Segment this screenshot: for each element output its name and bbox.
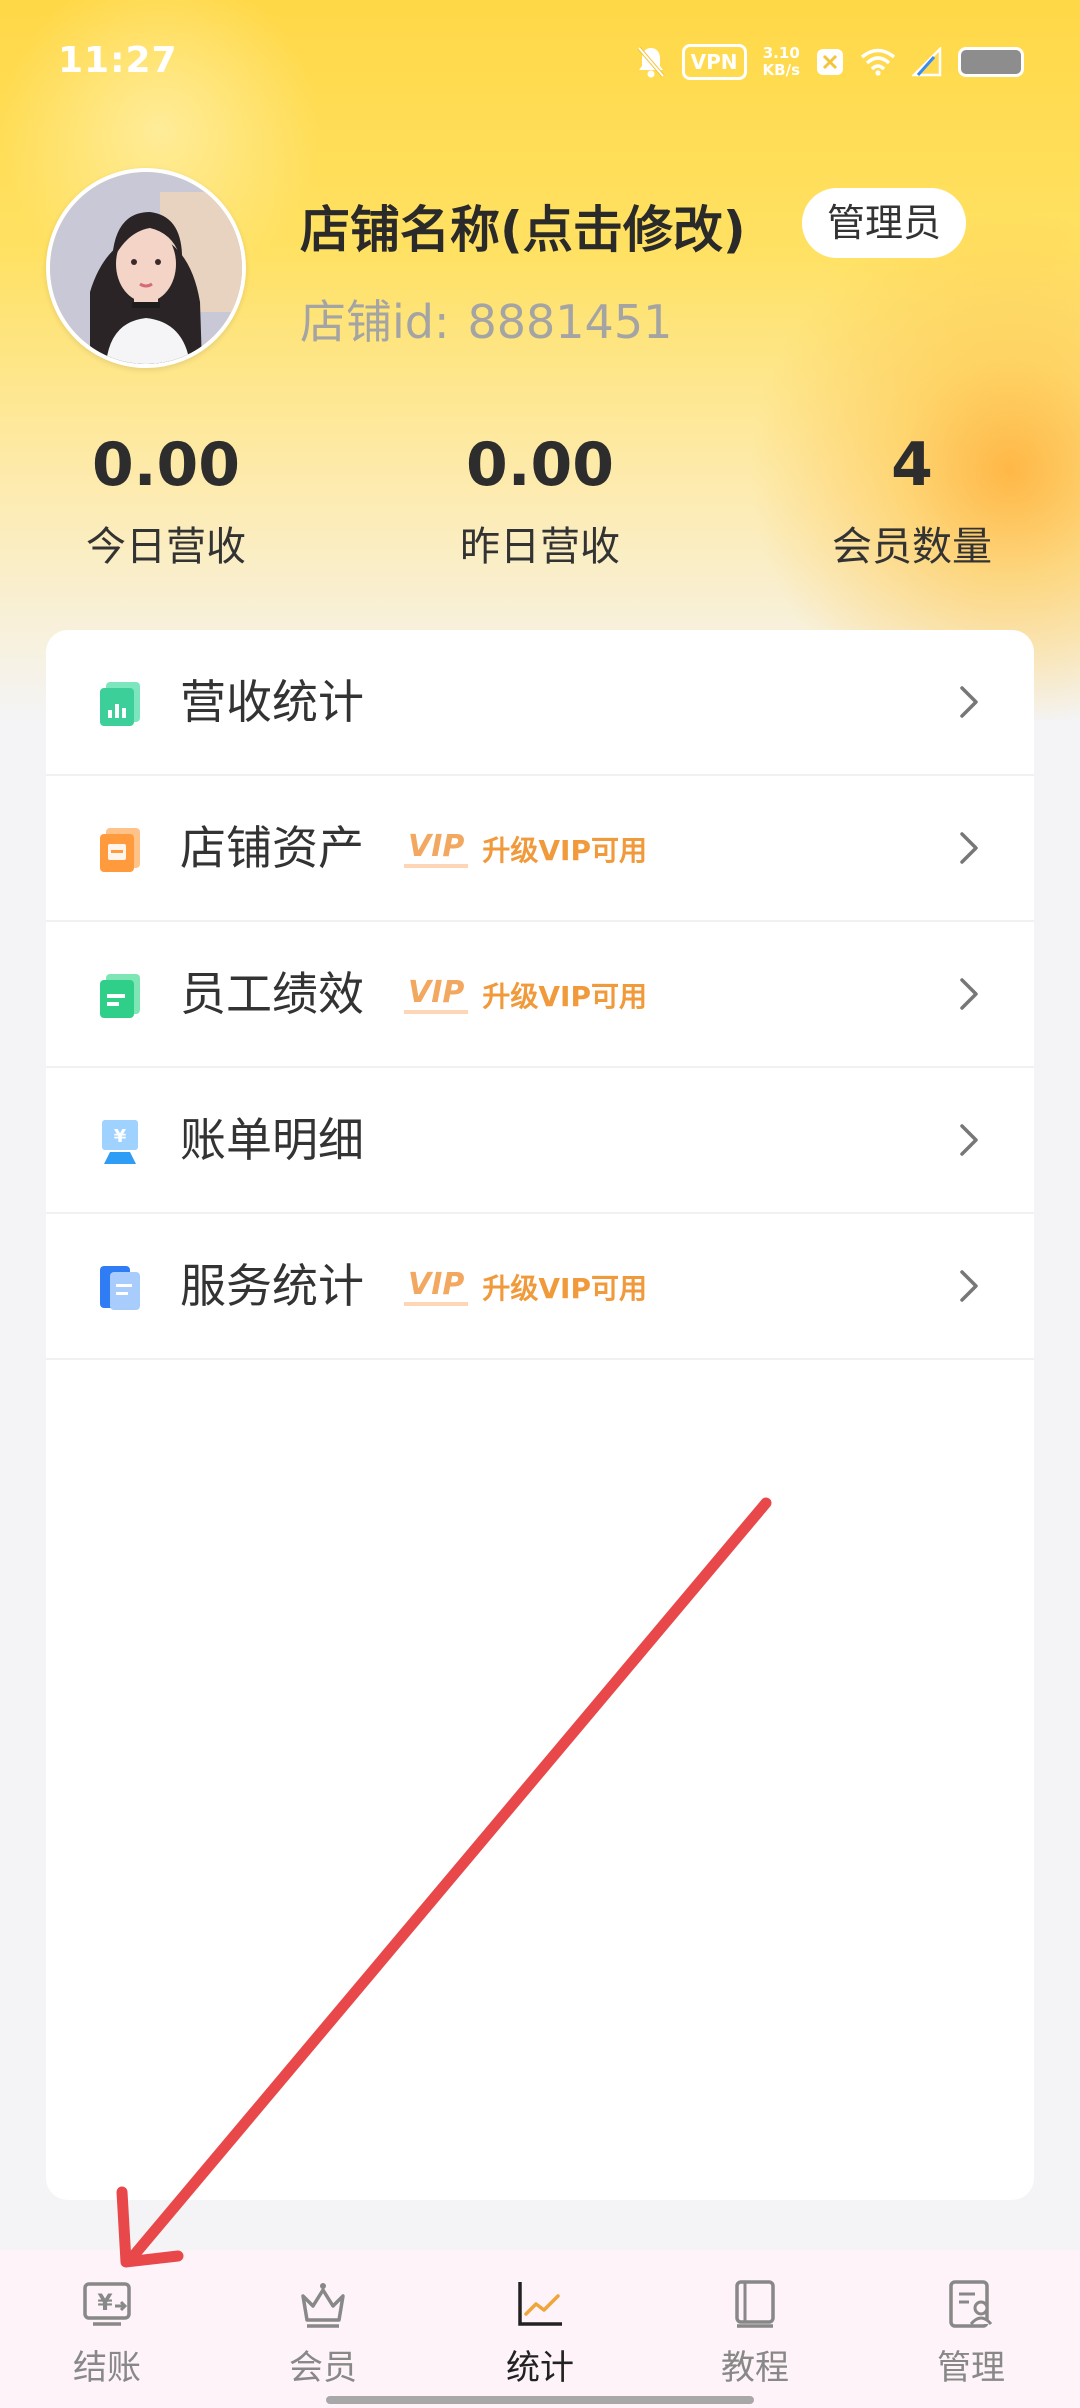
vip-tag: VIP — [404, 830, 469, 868]
tab-label: 结账 — [73, 2348, 141, 2388]
avatar[interactable] — [46, 168, 246, 368]
home-indicator[interactable] — [326, 2396, 754, 2404]
menu-item-bill-details[interactable]: ¥ 账单明细 — [46, 1068, 1034, 1214]
status-time: 11:27 — [58, 40, 178, 81]
bill-details-icon: ¥ — [96, 1118, 144, 1166]
vip-upgrade-hint: VIP 升级VIP可用 — [404, 972, 647, 1018]
shop-assets-icon — [96, 826, 144, 874]
stat-label: 会员数量 — [832, 524, 992, 570]
crown-icon — [301, 2283, 345, 2328]
staff-performance-icon — [96, 972, 144, 1020]
stat-label: 昨日营收 — [460, 524, 620, 570]
menu-label: 营收统计 — [180, 675, 364, 729]
tab-checkout[interactable]: ¥ 结账 — [32, 2276, 182, 2389]
stat-today-revenue: 0.00 今日营收 — [16, 430, 316, 572]
shop-name[interactable]: 店铺名称(点击修改) — [300, 190, 746, 262]
menu-item-revenue-stats[interactable]: 营收统计 — [46, 630, 1034, 776]
net-speed: 3.10 KB/s — [763, 45, 800, 79]
stats-menu-card: 营收统计 店铺资产 VIP 升级VIP可用 员工绩效 VIP 升级VIP可用 ¥… — [46, 630, 1034, 2200]
tab-members[interactable]: 会员 — [248, 2276, 398, 2389]
shop-id-value: 8881451 — [467, 295, 673, 349]
tab-manage[interactable]: 管理 — [896, 2276, 1046, 2389]
net-speed-unit: KB/s — [762, 61, 800, 79]
chart-line-icon — [518, 2282, 562, 2326]
stat-value: 4 — [891, 430, 933, 500]
chevron-right-icon — [950, 976, 986, 1012]
svg-text:¥: ¥ — [114, 1126, 127, 1147]
vip-tag: VIP — [404, 976, 469, 1014]
vip-text: 升级VIP可用 — [482, 834, 647, 867]
vip-text: 升级VIP可用 — [482, 1272, 647, 1305]
menu-item-service-stats[interactable]: 服务统计 VIP 升级VIP可用 — [46, 1214, 1034, 1360]
tab-label: 教程 — [721, 2348, 789, 2388]
vip-upgrade-hint: VIP 升级VIP可用 — [404, 826, 647, 872]
chevron-right-icon — [950, 1268, 986, 1304]
checkout-icon: ¥ — [83, 2282, 131, 2326]
stat-label: 今日营收 — [86, 524, 246, 570]
battery-icon — [958, 47, 1024, 77]
net-speed-value: 3.10 — [762, 44, 800, 62]
tab-statistics[interactable]: 统计 — [465, 2276, 615, 2389]
bottom-tab-bar: ¥ 结账 会员 统计 教程 管理 — [0, 2250, 1080, 2408]
svg-text:¥: ¥ — [97, 2291, 113, 2316]
tab-label: 统计 — [506, 2348, 574, 2388]
stat-value: 0.00 — [465, 430, 615, 500]
vip-tag: VIP — [404, 1268, 469, 1306]
signal-icon — [912, 47, 942, 77]
shop-id: 店铺id: 8881451 — [300, 286, 690, 352]
menu-label: 服务统计 — [180, 1259, 364, 1313]
tab-tutorial[interactable]: 教程 — [680, 2276, 830, 2389]
chevron-right-icon — [950, 1122, 986, 1158]
status-icons: VPN 3.10 KB/s — [636, 42, 1024, 82]
tab-label: 管理 — [937, 2348, 1005, 2388]
vip-text: 升级VIP可用 — [482, 980, 647, 1013]
role-badge: 管理员 — [802, 188, 966, 258]
stat-value: 0.00 — [91, 430, 241, 500]
stat-yesterday-revenue: 0.00 昨日营收 — [390, 430, 690, 572]
menu-label: 店铺资产 — [180, 821, 364, 875]
vpn-icon: VPN — [681, 44, 747, 80]
status-bar: 11:27 VPN 3.10 KB/s — [0, 0, 1080, 120]
menu-label: 账单明细 — [180, 1113, 364, 1167]
wifi-icon — [860, 48, 896, 76]
revenue-chart-icon — [96, 680, 144, 728]
stat-member-count: 4 会员数量 — [762, 430, 1062, 572]
vip-upgrade-hint: VIP 升级VIP可用 — [404, 1264, 647, 1310]
chevron-right-icon — [950, 684, 986, 720]
silent-bell-icon — [636, 45, 666, 79]
menu-item-staff-performance[interactable]: 员工绩效 VIP 升级VIP可用 — [46, 922, 1034, 1068]
menu-item-shop-assets[interactable]: 店铺资产 VIP 升级VIP可用 — [46, 776, 1034, 922]
service-stats-icon — [96, 1264, 144, 1312]
menu-label: 员工绩效 — [180, 967, 364, 1021]
manage-doc-icon — [949, 2280, 993, 2328]
tab-label: 会员 — [289, 2348, 357, 2388]
book-icon — [735, 2280, 775, 2328]
shop-id-label: 店铺id: — [300, 295, 450, 349]
chevron-right-icon — [950, 830, 986, 866]
close-box-icon — [816, 48, 844, 76]
